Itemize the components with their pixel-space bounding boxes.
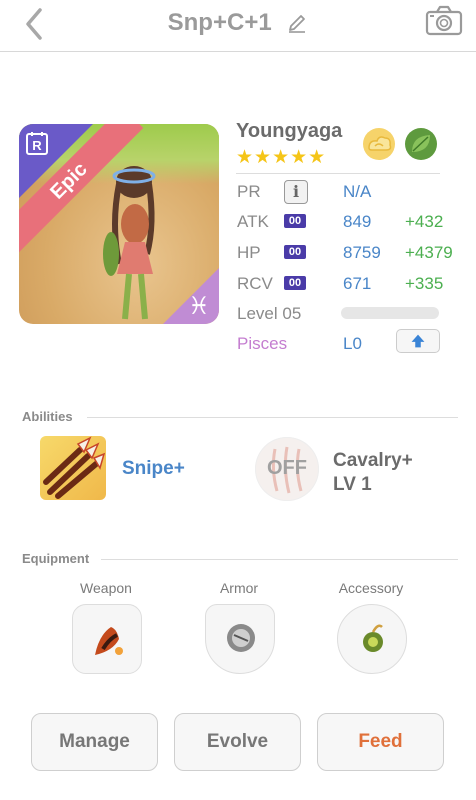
abilities-divider	[87, 417, 458, 418]
rarity-badge-letter: R	[32, 138, 42, 153]
stat-label-hp: HP	[237, 243, 261, 262]
armor-icon	[227, 624, 255, 652]
stat-bonus-hp: +4379	[405, 243, 453, 262]
camera-icon[interactable]	[424, 4, 464, 38]
ability-off-label: OFF	[267, 457, 307, 479]
info-icon[interactable]: i	[284, 180, 308, 204]
level-label: Level 05	[237, 304, 302, 323]
accessory-icon	[363, 624, 383, 652]
zodiac-level: L0	[343, 334, 362, 353]
stat-value-rcv: 671	[343, 274, 372, 293]
stat-value-atk: 849	[343, 212, 372, 231]
stat-value-hp: 8759	[343, 243, 381, 262]
abilities-title: Abilities	[22, 409, 73, 424]
level-progress-bar	[341, 307, 439, 319]
unit-name: Youngyaga	[236, 120, 343, 142]
cloud-icon	[363, 128, 395, 160]
rarity-r-icon: R	[26, 132, 48, 155]
unit-portrait[interactable]: R Epic ♓	[19, 124, 219, 324]
card-title: Snp+C+1	[167, 8, 272, 36]
ability-name-primary[interactable]: Snipe+	[122, 458, 185, 480]
pisces-icon: ♓	[188, 292, 210, 320]
name-divider	[236, 173, 440, 174]
evolve-button[interactable]: Evolve	[174, 713, 301, 771]
page-title: Snp+C+1	[0, 8, 476, 37]
stat-badge-hp: 00	[284, 245, 306, 259]
ability-name-secondary: Cavalry+ LV 1	[333, 449, 413, 497]
stat-label-rcv: RCV	[237, 274, 273, 293]
upgrade-arrow-icon[interactable]	[396, 329, 440, 353]
arrows-icon	[43, 436, 106, 499]
weapon-slot[interactable]	[72, 604, 142, 674]
accessory-slot[interactable]	[337, 604, 407, 674]
snipe-ability-icon[interactable]	[40, 436, 106, 500]
secondary-ability-toggle[interactable]: OFF	[255, 437, 319, 501]
manage-button[interactable]: Manage	[31, 713, 158, 771]
leaf-icon	[405, 128, 437, 160]
stat-bonus-atk: +432	[405, 212, 444, 231]
ability-secondary-title: Cavalry+	[333, 450, 413, 471]
top-bar: Snp+C+1	[0, 0, 476, 52]
pencil-icon[interactable]	[286, 12, 308, 34]
accessory-label: Accessory	[338, 580, 404, 596]
zodiac-label: Pisces	[237, 334, 288, 353]
equipment-divider	[101, 559, 458, 560]
star-rating: ★★★★★	[236, 146, 327, 168]
stat-value-pr: N/A	[343, 182, 372, 201]
stat-badge-rcv: 00	[284, 276, 306, 290]
stat-badge-atk: 00	[284, 214, 306, 228]
armor-slot[interactable]	[205, 604, 275, 674]
equipment-title: Equipment	[22, 551, 90, 566]
stat-label-pr: PR	[237, 182, 261, 201]
stat-label-atk: ATK	[237, 212, 269, 231]
weapon-label: Weapon	[80, 580, 132, 596]
armor-label: Armor	[219, 580, 259, 596]
feed-button[interactable]: Feed	[317, 713, 444, 771]
ability-secondary-level: LV 1	[333, 474, 372, 495]
weapon-icon	[95, 627, 123, 655]
stat-bonus-rcv: +335	[405, 274, 444, 293]
